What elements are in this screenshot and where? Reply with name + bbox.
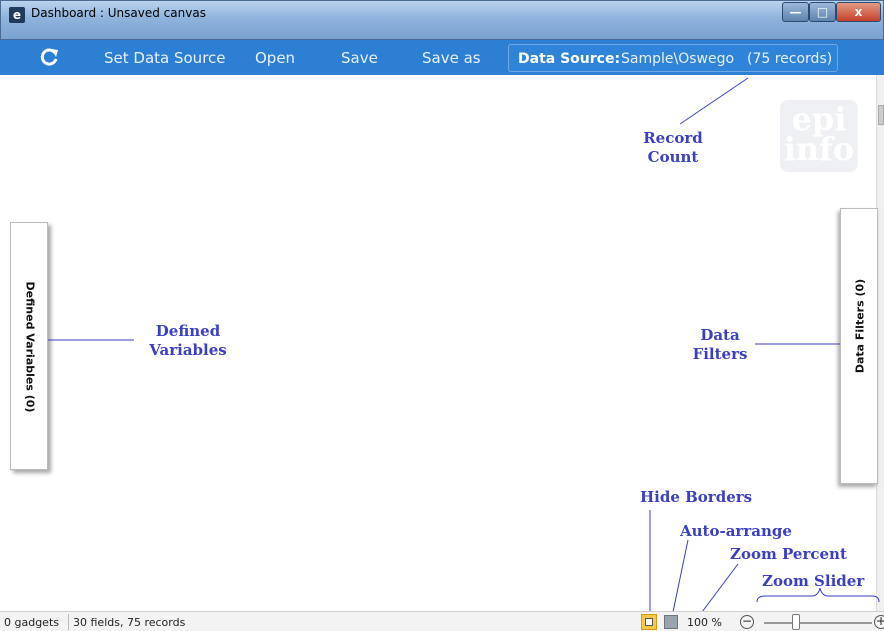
record-count: (75 records) [747,51,833,67]
zoom-out-button[interactable]: − [740,615,754,629]
save-button[interactable]: Save [341,49,378,67]
annotation-line: Variables [149,341,227,359]
annotation-line: Filters [692,345,748,363]
zoom-percent-annotation: Zoom Percent [730,545,847,563]
window-title-bar: e Dashboard : Unsaved canvas — □ x [0,0,884,40]
record-count-annotation: Record Count [636,129,710,167]
status-bar: 0 gadgets 30 fields, 75 records 100 % − … [0,611,884,631]
logo-line-2: info [783,130,855,168]
annotation-line: Record [643,129,703,147]
hide-borders-annotation: Hide Borders [640,488,753,506]
zoom-slider-thumb[interactable] [792,614,800,630]
set-data-source-button[interactable]: Set Data Source [104,49,226,67]
data-source-label: Data Source: [518,51,621,67]
data-filters-panel[interactable]: Data Filters (0) [840,208,878,484]
defined-variables-annotation: Defined Variables [134,322,242,360]
epi-info-logo: epi info [780,100,858,172]
close-button[interactable]: x [836,2,881,22]
zoom-in-button[interactable]: + [874,615,884,629]
hide-borders-icon [645,618,653,626]
zoom-percent-value: 100 % [687,616,722,629]
zoom-slider-annotation: Zoom Slider [762,572,865,590]
refresh-icon[interactable] [38,46,60,68]
annotation-line: Count [647,148,699,166]
zoom-slider-track[interactable] [764,622,872,624]
save-as-button[interactable]: Save as [422,49,481,67]
maximize-button[interactable]: □ [809,2,836,22]
status-divider [68,614,69,630]
hide-borders-button[interactable] [641,614,657,630]
data-filters-annotation: Data Filters [680,326,760,364]
data-source-value: Sample\Oswego [621,51,735,67]
open-button[interactable]: Open [255,49,295,67]
app-icon: e [9,7,25,23]
defined-variables-panel[interactable]: Defined Variables (0) [10,222,48,470]
data-filters-label: Data Filters (0) [853,278,867,374]
toolbar: Set Data Source Open Save Save as Data S… [0,40,884,75]
gadget-count: 0 gadgets [4,616,59,629]
auto-arrange-annotation: Auto-arrange [680,522,792,540]
auto-arrange-button[interactable] [664,615,678,629]
minimize-button[interactable]: — [782,2,809,22]
annotation-line: Defined [155,322,221,340]
annotation-line: Data [700,326,740,344]
field-record-count: 30 fields, 75 records [73,616,186,629]
data-source-box: Data Source: Sample\Oswego (75 records) [508,44,838,72]
window-title: Dashboard : Unsaved canvas [31,6,206,20]
defined-variables-label: Defined Variables (0) [23,281,37,413]
scrollbar-thumb[interactable] [878,105,884,125]
